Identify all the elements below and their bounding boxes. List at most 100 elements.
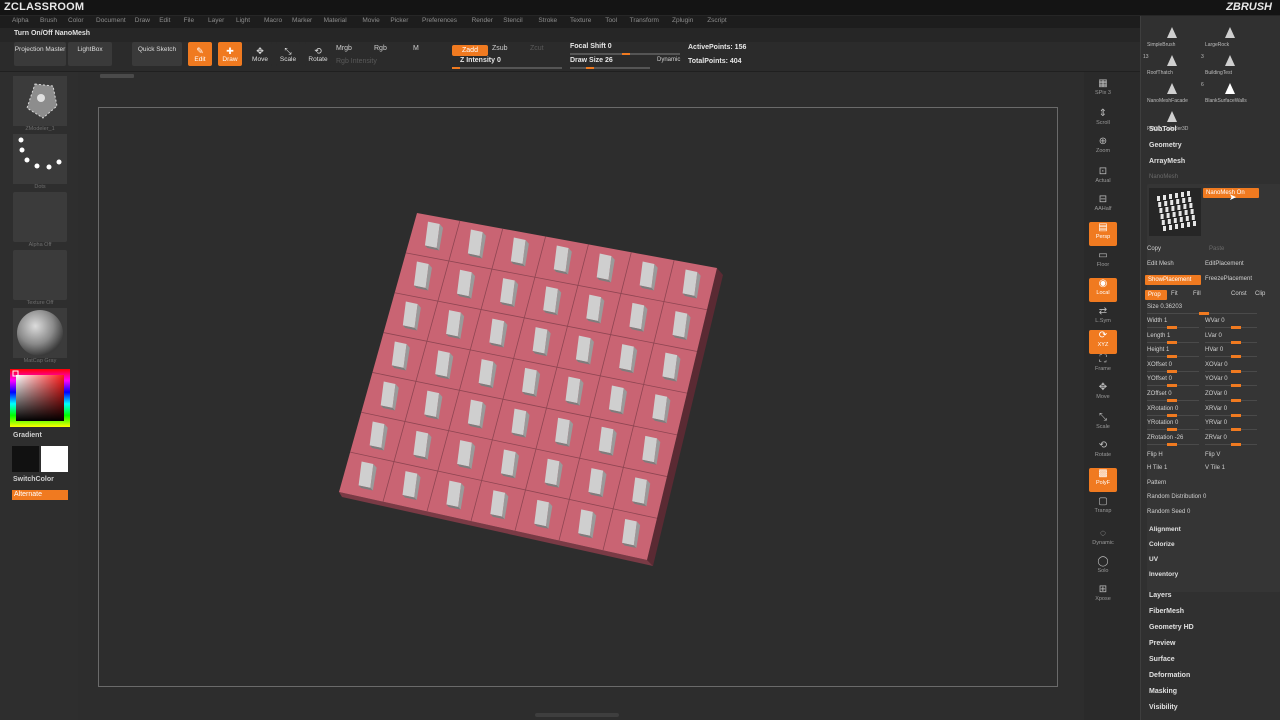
param-slider[interactable]: YOffset 0 (1147, 376, 1172, 382)
menu-draw[interactable]: Draw (135, 17, 150, 24)
param-slider-knob[interactable] (1167, 326, 1177, 329)
main-color-swatch[interactable] (12, 446, 39, 472)
param-var-knob[interactable] (1231, 326, 1241, 329)
param-var-track[interactable] (1205, 326, 1257, 329)
param-slider-knob[interactable] (1167, 340, 1177, 344)
colorize-subsection[interactable]: Colorize (1149, 541, 1175, 548)
bottom-shelf-handle[interactable] (535, 713, 619, 717)
param-var-knob[interactable] (1231, 355, 1241, 359)
scale-button[interactable]: ⤡ Scale (1089, 412, 1117, 436)
param-slider-track[interactable] (1147, 413, 1199, 417)
menu-document[interactable]: Document (96, 17, 126, 24)
prop-button[interactable]: Prop (1145, 290, 1167, 300)
surface-section[interactable]: Surface (1149, 656, 1175, 663)
param-slider-track[interactable] (1147, 384, 1199, 388)
param-slider[interactable]: XRotation 0 (1147, 406, 1178, 412)
mrgb-toggle[interactable]: Mrgb (336, 45, 352, 52)
param-slider-track[interactable] (1147, 399, 1199, 402)
menu-zscript[interactable]: Zscript (707, 17, 727, 24)
menu-stencil[interactable]: Stencil (503, 17, 523, 24)
param-slider-knob[interactable] (1167, 355, 1177, 359)
layers-section[interactable]: Layers (1149, 592, 1172, 599)
subtool-section[interactable]: SubTool (1149, 126, 1176, 133)
clip-button[interactable]: Clip (1255, 291, 1265, 297)
switchcolor-button[interactable]: SwitchColor (13, 476, 69, 483)
param-var-track[interactable] (1205, 384, 1257, 388)
xyz-button[interactable]: ⟳ XYZ (1089, 330, 1117, 354)
deformation-section[interactable]: Deformation (1149, 672, 1190, 679)
param-slider[interactable]: YRotation 0 (1147, 420, 1178, 426)
frame-button[interactable]: ⛶ Frame (1089, 354, 1117, 378)
param-slider-track[interactable] (1147, 340, 1199, 344)
param-slider-knob[interactable] (1167, 369, 1177, 373)
menu-movie[interactable]: Movie (362, 17, 379, 24)
zoom-button[interactable]: ⊕ Zoom (1089, 136, 1117, 160)
menu-light[interactable]: Light (236, 17, 250, 24)
param-var-knob[interactable] (1231, 340, 1241, 344)
menu-zplugin[interactable]: Zplugin (672, 17, 693, 24)
zcut-toggle[interactable]: Zcut (530, 45, 544, 52)
size-slider[interactable]: Size 0.36203 (1147, 304, 1182, 310)
masking-section[interactable]: Masking (1149, 688, 1177, 695)
random-seed-slider[interactable]: Random Seed 0 (1147, 509, 1190, 515)
param-slider[interactable]: ZOffset 0 (1147, 391, 1172, 397)
document-canvas[interactable] (78, 72, 1084, 720)
local-button[interactable]: ◉ Local (1089, 278, 1117, 302)
param-var-knob[interactable] (1231, 369, 1241, 373)
rotate-button[interactable]: ⟲ Rotate (1089, 440, 1117, 464)
dynamic-toggle[interactable]: Dynamic (657, 57, 680, 63)
draw-size-track[interactable] (570, 67, 650, 69)
brush-thumbnail[interactable] (13, 76, 67, 126)
param-slider-track[interactable] (1147, 442, 1199, 446)
paste-button[interactable]: Paste (1209, 246, 1224, 252)
gradient-toggle[interactable]: Gradient (13, 432, 69, 439)
zsub-toggle[interactable]: Zsub (492, 45, 508, 52)
z-intensity-slider[interactable]: Z Intensity 0 (460, 57, 501, 64)
edit-mesh-button[interactable]: Edit Mesh (1147, 261, 1174, 267)
quick-sketch-button[interactable]: Quick Sketch (132, 42, 182, 66)
menu-file[interactable]: File (184, 17, 194, 24)
canvas-scroll-handle[interactable] (100, 74, 134, 78)
color-picker[interactable] (10, 369, 70, 427)
freeze-placement-button[interactable]: FreezePlacement (1205, 276, 1252, 282)
menu-layer[interactable]: Layer (208, 17, 224, 24)
visibility-section[interactable]: Visibility (1149, 704, 1178, 711)
fit-button[interactable]: Fit (1171, 291, 1178, 297)
menu-marker[interactable]: Marker (292, 17, 312, 24)
param-var-knob[interactable] (1231, 442, 1241, 446)
menu-render[interactable]: Render (472, 17, 493, 24)
m-toggle[interactable]: M (413, 45, 419, 52)
param-var-track[interactable] (1205, 369, 1257, 373)
param-var-slider[interactable]: HVar 0 (1205, 347, 1223, 353)
param-var-slider[interactable]: XRVar 0 (1205, 406, 1227, 412)
rotate-button[interactable]: ⟲ Rotate (305, 42, 331, 66)
param-slider-track[interactable] (1147, 369, 1199, 373)
arraymesh-section[interactable]: ArrayMesh (1149, 158, 1185, 165)
menu-macro[interactable]: Macro (264, 17, 282, 24)
param-var-slider[interactable]: ZRVar 0 (1205, 435, 1227, 441)
nanomesh-section-title[interactable]: NanoMesh (1149, 174, 1178, 180)
fibermesh-section[interactable]: FiberMesh (1149, 608, 1184, 615)
param-var-slider[interactable]: ZOVar 0 (1205, 391, 1227, 397)
texture-thumbnail[interactable] (13, 250, 67, 300)
persp-button[interactable]: ▤ Persp (1089, 222, 1117, 246)
fill-button[interactable]: Fill (1193, 291, 1201, 297)
show-placement-button[interactable]: ShowPlacement (1145, 275, 1201, 285)
copy-button[interactable]: Copy (1147, 246, 1161, 252)
param-slider-knob[interactable] (1167, 399, 1177, 402)
param-slider[interactable]: Height 1 (1147, 347, 1169, 353)
alignment-subsection[interactable]: Alignment (1149, 526, 1181, 533)
transp-button[interactable]: ▢ Transp (1089, 496, 1117, 520)
flip-v-toggle[interactable]: Flip V (1205, 452, 1220, 458)
material-thumbnail[interactable] (13, 308, 67, 358)
edit-placement-button[interactable]: EditPlacement (1205, 261, 1244, 267)
param-var-knob[interactable] (1231, 399, 1241, 402)
param-var-track[interactable] (1205, 428, 1257, 432)
random-distribution-slider[interactable]: Random Distribution 0 (1147, 494, 1206, 500)
param-var-slider[interactable]: YRVar 0 (1205, 420, 1227, 426)
param-var-slider[interactable]: LVar 0 (1205, 333, 1222, 339)
param-var-track[interactable] (1205, 413, 1257, 417)
param-var-track[interactable] (1205, 355, 1257, 359)
menu-color[interactable]: Color (68, 17, 84, 24)
spix-button[interactable]: ▦ SPix 3 (1089, 78, 1117, 102)
